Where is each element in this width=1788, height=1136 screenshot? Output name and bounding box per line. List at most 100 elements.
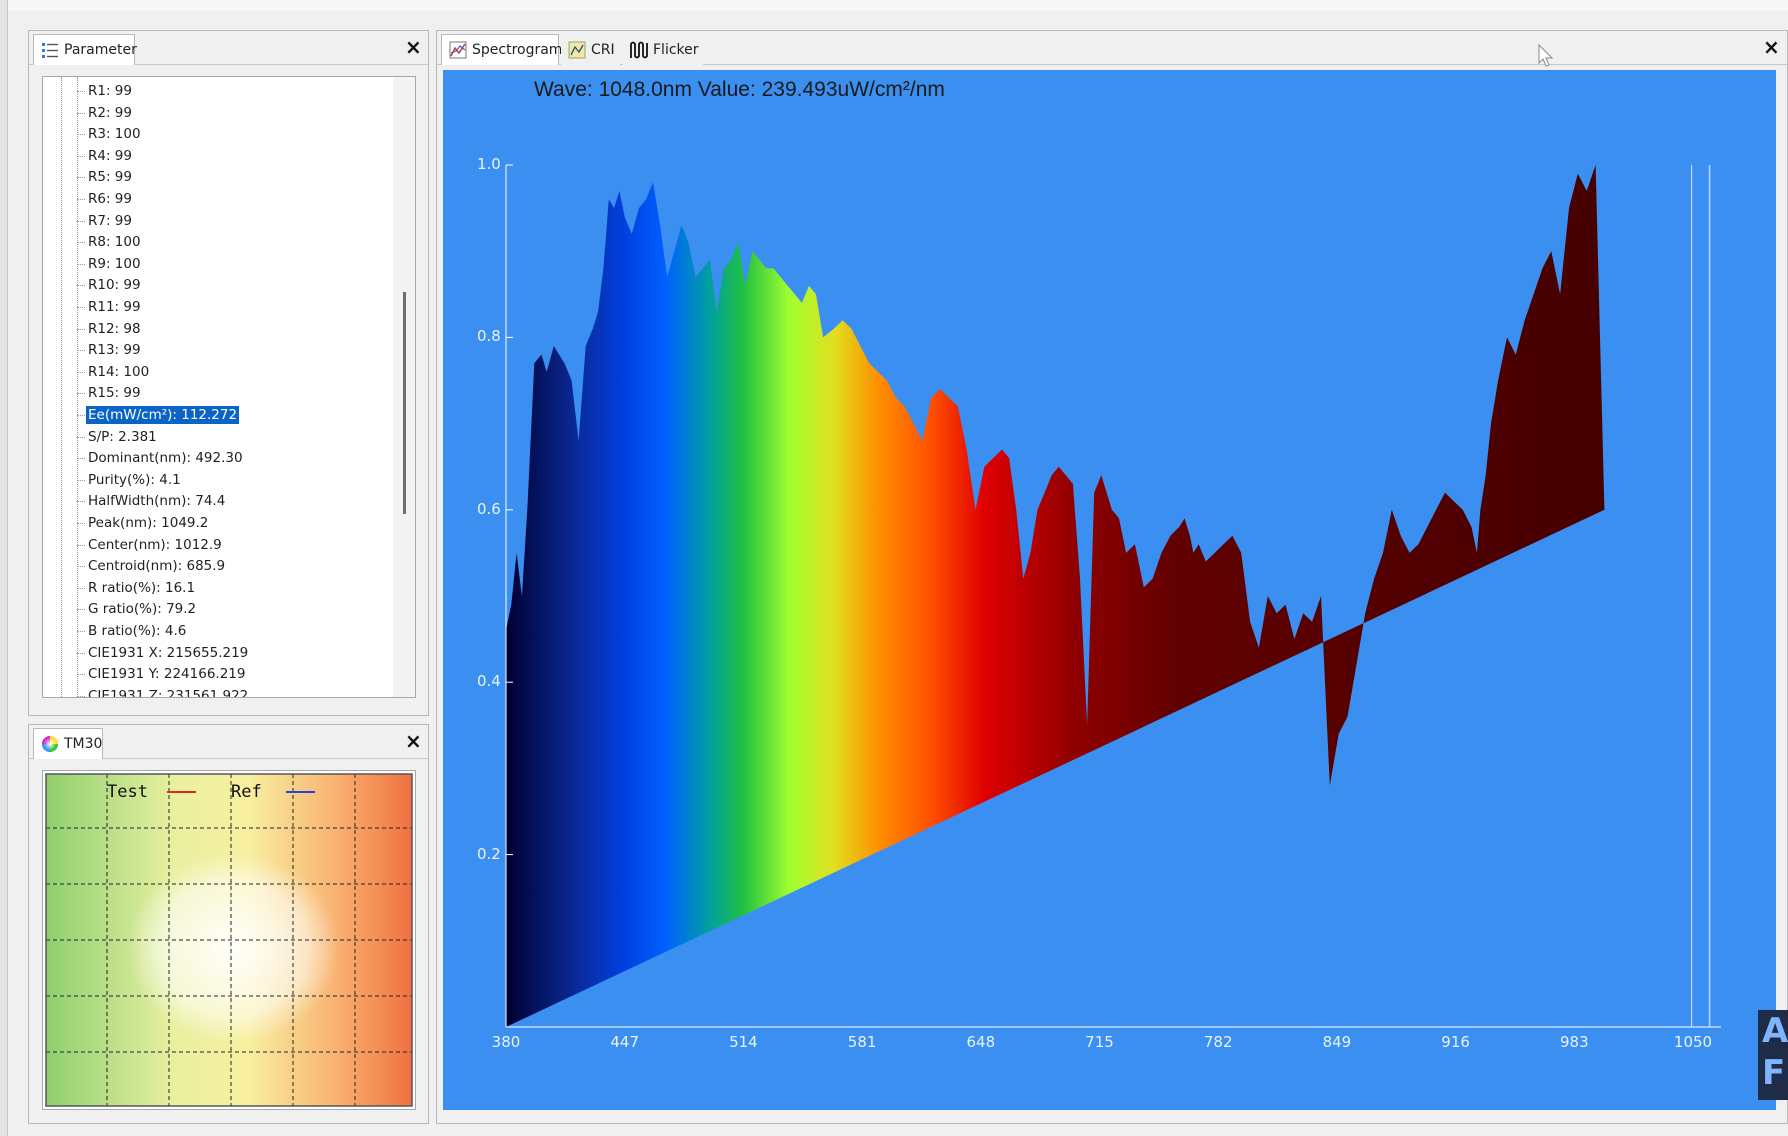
- y-tick-label: 0.4: [477, 672, 501, 691]
- tree-branch: [77, 371, 85, 373]
- tree-branch: [77, 328, 85, 330]
- x-tick-label: 1050: [1673, 1033, 1713, 1051]
- tree-branch: [77, 652, 85, 654]
- parameter-item[interactable]: CIE1931 Y: 224166.219: [77, 664, 247, 685]
- tree-branch: [77, 199, 85, 200]
- parameter-item-label: S/P: 2.381: [88, 428, 157, 445]
- close-icon[interactable]: ×: [405, 729, 422, 753]
- color-wheel-icon: [41, 735, 59, 753]
- y-tick-label: 0.6: [477, 499, 501, 518]
- list-icon: [41, 41, 59, 59]
- parameter-item-label: CIE1931 Y: 224166.219: [88, 666, 246, 683]
- vertical-scrollbar[interactable]: [393, 77, 415, 697]
- tab-flicker[interactable]: Flicker: [623, 34, 703, 65]
- tab-tm30-label: TM30: [64, 736, 103, 752]
- x-tick-label: 849: [1322, 1033, 1352, 1051]
- x-tick-label: 782: [1203, 1033, 1233, 1051]
- parameter-item[interactable]: B ratio(%): 4.6: [77, 621, 188, 642]
- parameter-item[interactable]: S/P: 2.381: [77, 427, 159, 448]
- tree-branch: [77, 263, 85, 265]
- tab-parameter[interactable]: Parameter: [33, 34, 137, 65]
- parameter-item[interactable]: R7: 99: [77, 211, 134, 232]
- y-tick-label: 0.8: [477, 327, 501, 346]
- parameter-item[interactable]: R10: 99: [77, 275, 143, 296]
- spectrum-chart[interactable]: [443, 70, 1776, 1110]
- tree-branch: [77, 587, 85, 589]
- parameter-item[interactable]: R15: 99: [77, 383, 143, 404]
- parameter-tree[interactable]: R1: 99 R2: 99 R3: 100 R4: 99 R5: 99 R6: 99 R7:…: [42, 76, 416, 698]
- parameter-item-label: G ratio(%): 79.2: [88, 601, 197, 618]
- parameter-item-label: R4: 99: [88, 147, 132, 164]
- x-tick-label: 581: [847, 1033, 877, 1051]
- tree-branch: [77, 415, 85, 416]
- y-tick-label: 1.0: [477, 155, 501, 173]
- tree-guide-line: [61, 77, 62, 697]
- parameter-item-label: CIE1931 Z: 231561.922: [88, 687, 249, 698]
- tree-branch: [77, 112, 85, 114]
- parameter-item[interactable]: R11: 99: [77, 297, 143, 318]
- tree-branch: [77, 631, 85, 632]
- watermark-logo: AFE: [1758, 1010, 1788, 1100]
- parameter-item[interactable]: Center(nm): 1012.9: [77, 535, 224, 556]
- parameter-item[interactable]: G ratio(%): 79.2: [77, 599, 198, 620]
- tab-parameter-label: Parameter: [64, 42, 137, 58]
- close-icon[interactable]: ×: [1763, 35, 1780, 59]
- parameter-item[interactable]: R2: 99: [77, 103, 134, 124]
- y-tick-label: 0.2: [477, 844, 501, 863]
- parameter-item[interactable]: R14: 100: [77, 362, 151, 383]
- parameter-item-label: Ee(mW/cm²): 112.272: [84, 405, 241, 425]
- close-icon[interactable]: ×: [405, 35, 422, 59]
- tree-branch: [77, 674, 85, 676]
- parameter-item-label: Dominant(nm): 492.30: [88, 450, 243, 467]
- tm30-color-grid: Test Ref: [45, 773, 413, 1107]
- tree-branch: [77, 307, 85, 308]
- parameter-item[interactable]: R6: 99: [77, 189, 134, 210]
- tm30-tabbar: TM30 ×: [29, 725, 428, 759]
- tm30-plot: Test Ref: [42, 770, 416, 1110]
- tab-cri[interactable]: CRI: [561, 34, 620, 65]
- window-top-strip: [0, 0, 1788, 10]
- parameter-item-label: R14: 100: [88, 363, 150, 380]
- parameter-item[interactable]: R5: 99: [77, 167, 134, 188]
- cri-icon: [568, 41, 586, 59]
- parameter-item[interactable]: CIE1931 Z: 231561.922: [77, 686, 250, 698]
- x-tick-label: 514: [729, 1033, 758, 1051]
- tab-spectrogram[interactable]: Spectrogram: [441, 34, 562, 65]
- parameter-item[interactable]: R1: 99: [77, 81, 134, 102]
- parameter-item[interactable]: R3: 100: [77, 124, 143, 145]
- x-tick-label: 648: [966, 1033, 996, 1051]
- parameter-item[interactable]: Ee(mW/cm²): 112.272: [77, 405, 241, 426]
- parameter-item-label: R10: 99: [88, 277, 141, 294]
- tm30-legend-ref: Ref: [231, 782, 262, 802]
- tab-tm30[interactable]: TM30: [33, 728, 103, 759]
- tree-branch: [77, 285, 85, 287]
- parameter-item[interactable]: R4: 99: [77, 146, 134, 167]
- parameter-item[interactable]: R12: 98: [77, 319, 143, 340]
- parameter-item[interactable]: Peak(nm): 1049.2: [77, 513, 210, 534]
- parameter-item-label: R5: 99: [88, 169, 132, 186]
- parameter-item-label: R ratio(%): 16.1: [88, 579, 196, 596]
- parameter-item[interactable]: R9: 100: [77, 254, 143, 275]
- parameter-item-label: R12: 98: [88, 320, 141, 337]
- parameter-item[interactable]: Centroid(nm): 685.9: [77, 556, 227, 577]
- parameter-item-label: R1: 99: [88, 83, 132, 99]
- parameter-item-label: CIE1931 X: 215655.219: [88, 644, 249, 661]
- tree-branch: [77, 458, 85, 460]
- parameter-item[interactable]: R8: 100: [77, 232, 143, 253]
- tree-branch: [77, 566, 85, 568]
- parameter-item-label: B ratio(%): 4.6: [88, 623, 187, 639]
- spectrum-area: [506, 165, 1605, 1027]
- parameter-item[interactable]: R13: 99: [77, 340, 143, 361]
- parameter-item[interactable]: Dominant(nm): 492.30: [77, 448, 245, 469]
- parameter-item-label: Peak(nm): 1049.2: [88, 515, 209, 531]
- mouse-pointer-icon: [1538, 43, 1554, 72]
- parameter-item[interactable]: Purity(%): 4.1: [77, 470, 183, 491]
- parameter-item[interactable]: CIE1931 X: 215655.219: [77, 643, 250, 664]
- parameter-item[interactable]: R ratio(%): 16.1: [77, 578, 197, 599]
- tree-branch: [77, 501, 85, 503]
- parameter-item[interactable]: HalfWidth(nm): 74.4: [77, 491, 227, 512]
- scrollbar-thumb[interactable]: [403, 292, 406, 514]
- tree-branch: [77, 609, 85, 611]
- parameter-item-label: R15: 99: [88, 385, 141, 402]
- tree-branch: [77, 91, 85, 92]
